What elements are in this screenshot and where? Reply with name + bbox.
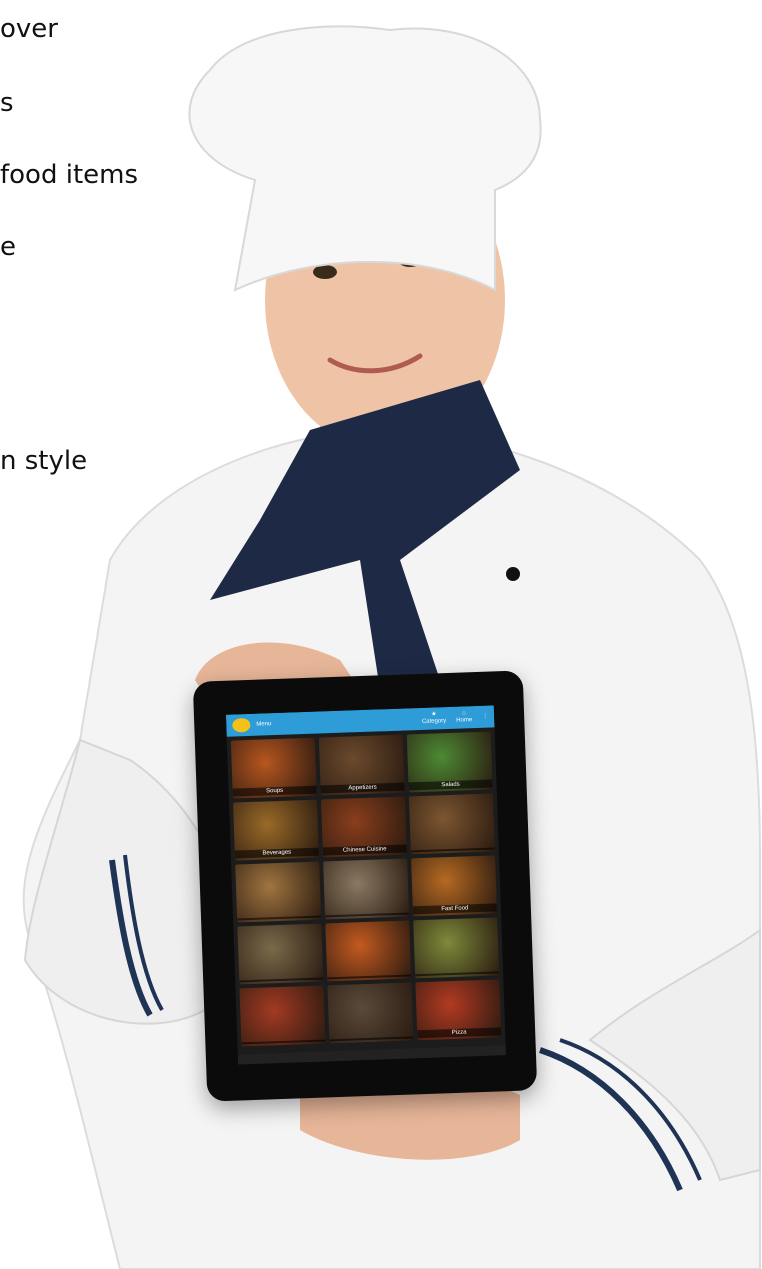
category-action[interactable]: ★ Category — [422, 711, 447, 726]
star-icon: ★ — [431, 711, 437, 718]
menu-tile-label: Fast Food — [412, 903, 497, 915]
menu-tile-label — [241, 1039, 326, 1045]
menu-tile[interactable] — [327, 982, 414, 1044]
menu-tile-label — [415, 971, 500, 977]
menu-tile-label — [237, 915, 322, 921]
menu-tile[interactable] — [408, 793, 495, 855]
chef-hat — [188, 25, 542, 292]
jacket-button — [506, 567, 520, 581]
home-action[interactable]: ⌂ Home — [456, 710, 472, 725]
app-logo — [232, 717, 251, 733]
menu-tile-label: Beverages — [234, 847, 319, 859]
category-action-label: Category — [421, 718, 447, 725]
menu-tile[interactable] — [323, 858, 410, 920]
menu-tile-label — [329, 1036, 414, 1042]
menu-tile-label: Pizza — [417, 1027, 502, 1039]
home-icon: ⌂ — [462, 710, 466, 717]
menu-tile[interactable] — [239, 985, 326, 1047]
app-title: Menu — [256, 721, 272, 728]
menu-tile-label — [325, 912, 410, 918]
menu-tile-label: Soups — [232, 785, 317, 797]
menu-tile-label: Chinese Cuisine — [322, 844, 407, 856]
menu-tile-label — [327, 974, 412, 980]
menu-tile[interactable]: Fast Food — [411, 855, 498, 917]
menu-tile[interactable] — [235, 861, 322, 923]
menu-tile[interactable] — [413, 917, 500, 979]
menu-tile[interactable]: Appetizers — [318, 734, 405, 796]
menu-tile[interactable]: Salads — [406, 731, 493, 793]
menu-tile[interactable]: Soups — [230, 737, 317, 799]
menu-tile[interactable] — [325, 920, 412, 982]
menu-tile[interactable]: Chinese Cuisine — [320, 796, 407, 858]
menu-tile-label: Appetizers — [320, 782, 405, 794]
home-action-label: Home — [456, 717, 473, 724]
menu-tile[interactable] — [237, 923, 324, 985]
overflow-menu-icon[interactable]: ⋮ — [482, 713, 488, 720]
menu-tile-label: Salads — [408, 779, 493, 791]
menu-tile-label — [410, 847, 495, 853]
menu-tile[interactable]: Pizza — [415, 979, 502, 1041]
left-eye — [313, 265, 337, 279]
menu-grid: Soups Appetizers Salads Beverages Chinese Cu… — [227, 727, 506, 1050]
tablet-device: Menu ★ Category ⌂ Home ⋮ Soups Appetizers Sa… — [192, 670, 538, 1102]
tablet-screen: Menu ★ Category ⌂ Home ⋮ Soups Appetizers Sa… — [225, 705, 506, 1065]
menu-tile-label — [239, 977, 324, 983]
menu-tile[interactable]: Beverages — [233, 799, 319, 861]
